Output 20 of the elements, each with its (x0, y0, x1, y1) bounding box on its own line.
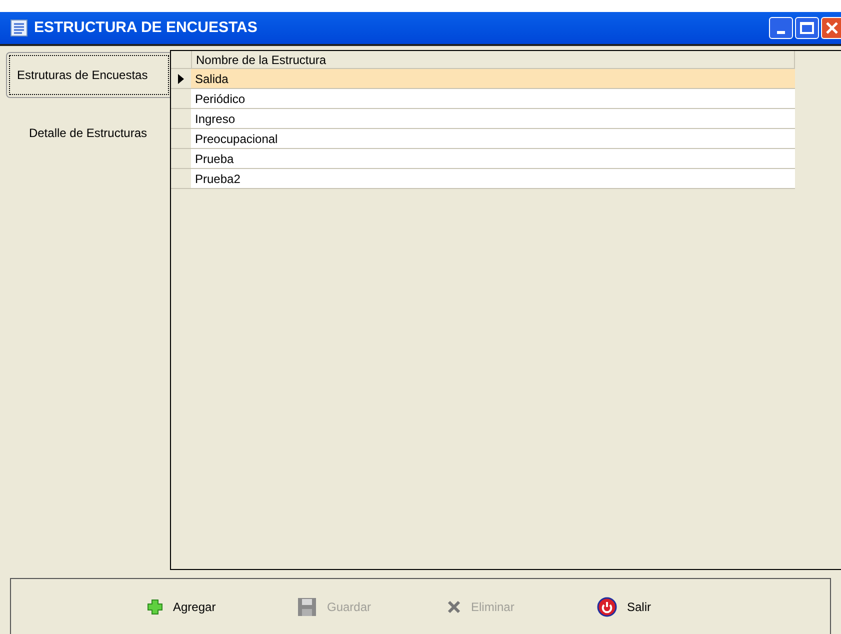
maximize-button[interactable] (795, 17, 819, 39)
x-icon (447, 600, 461, 614)
close-icon (826, 22, 838, 34)
document-icon (10, 19, 28, 37)
toolbar-button[interactable]: Agregar (147, 598, 297, 616)
close-button[interactable] (821, 17, 841, 39)
table-cell[interactable]: Periódico (191, 89, 795, 108)
side-tab[interactable]: Estruturas de Encuestas (6, 52, 172, 98)
table-cell[interactable]: Ingreso (191, 109, 795, 128)
toolbar-button[interactable]: Salir (597, 596, 747, 616)
minimize-button[interactable] (769, 17, 793, 39)
plus-icon (147, 598, 163, 614)
table-cell[interactable]: Prueba2 (191, 169, 795, 188)
table-cell[interactable]: Preocupacional (191, 129, 795, 148)
power-icon (597, 596, 617, 616)
side-tab[interactable]: Detalle de Estructuras (6, 98, 170, 168)
window-title: ESTRUCTURA DE ENCUESTAS (34, 18, 258, 38)
table-cell[interactable]: Prueba (191, 149, 795, 168)
table-cell[interactable]: Salida (191, 69, 795, 88)
column-header: Nombre de la Estructura (191, 51, 795, 68)
